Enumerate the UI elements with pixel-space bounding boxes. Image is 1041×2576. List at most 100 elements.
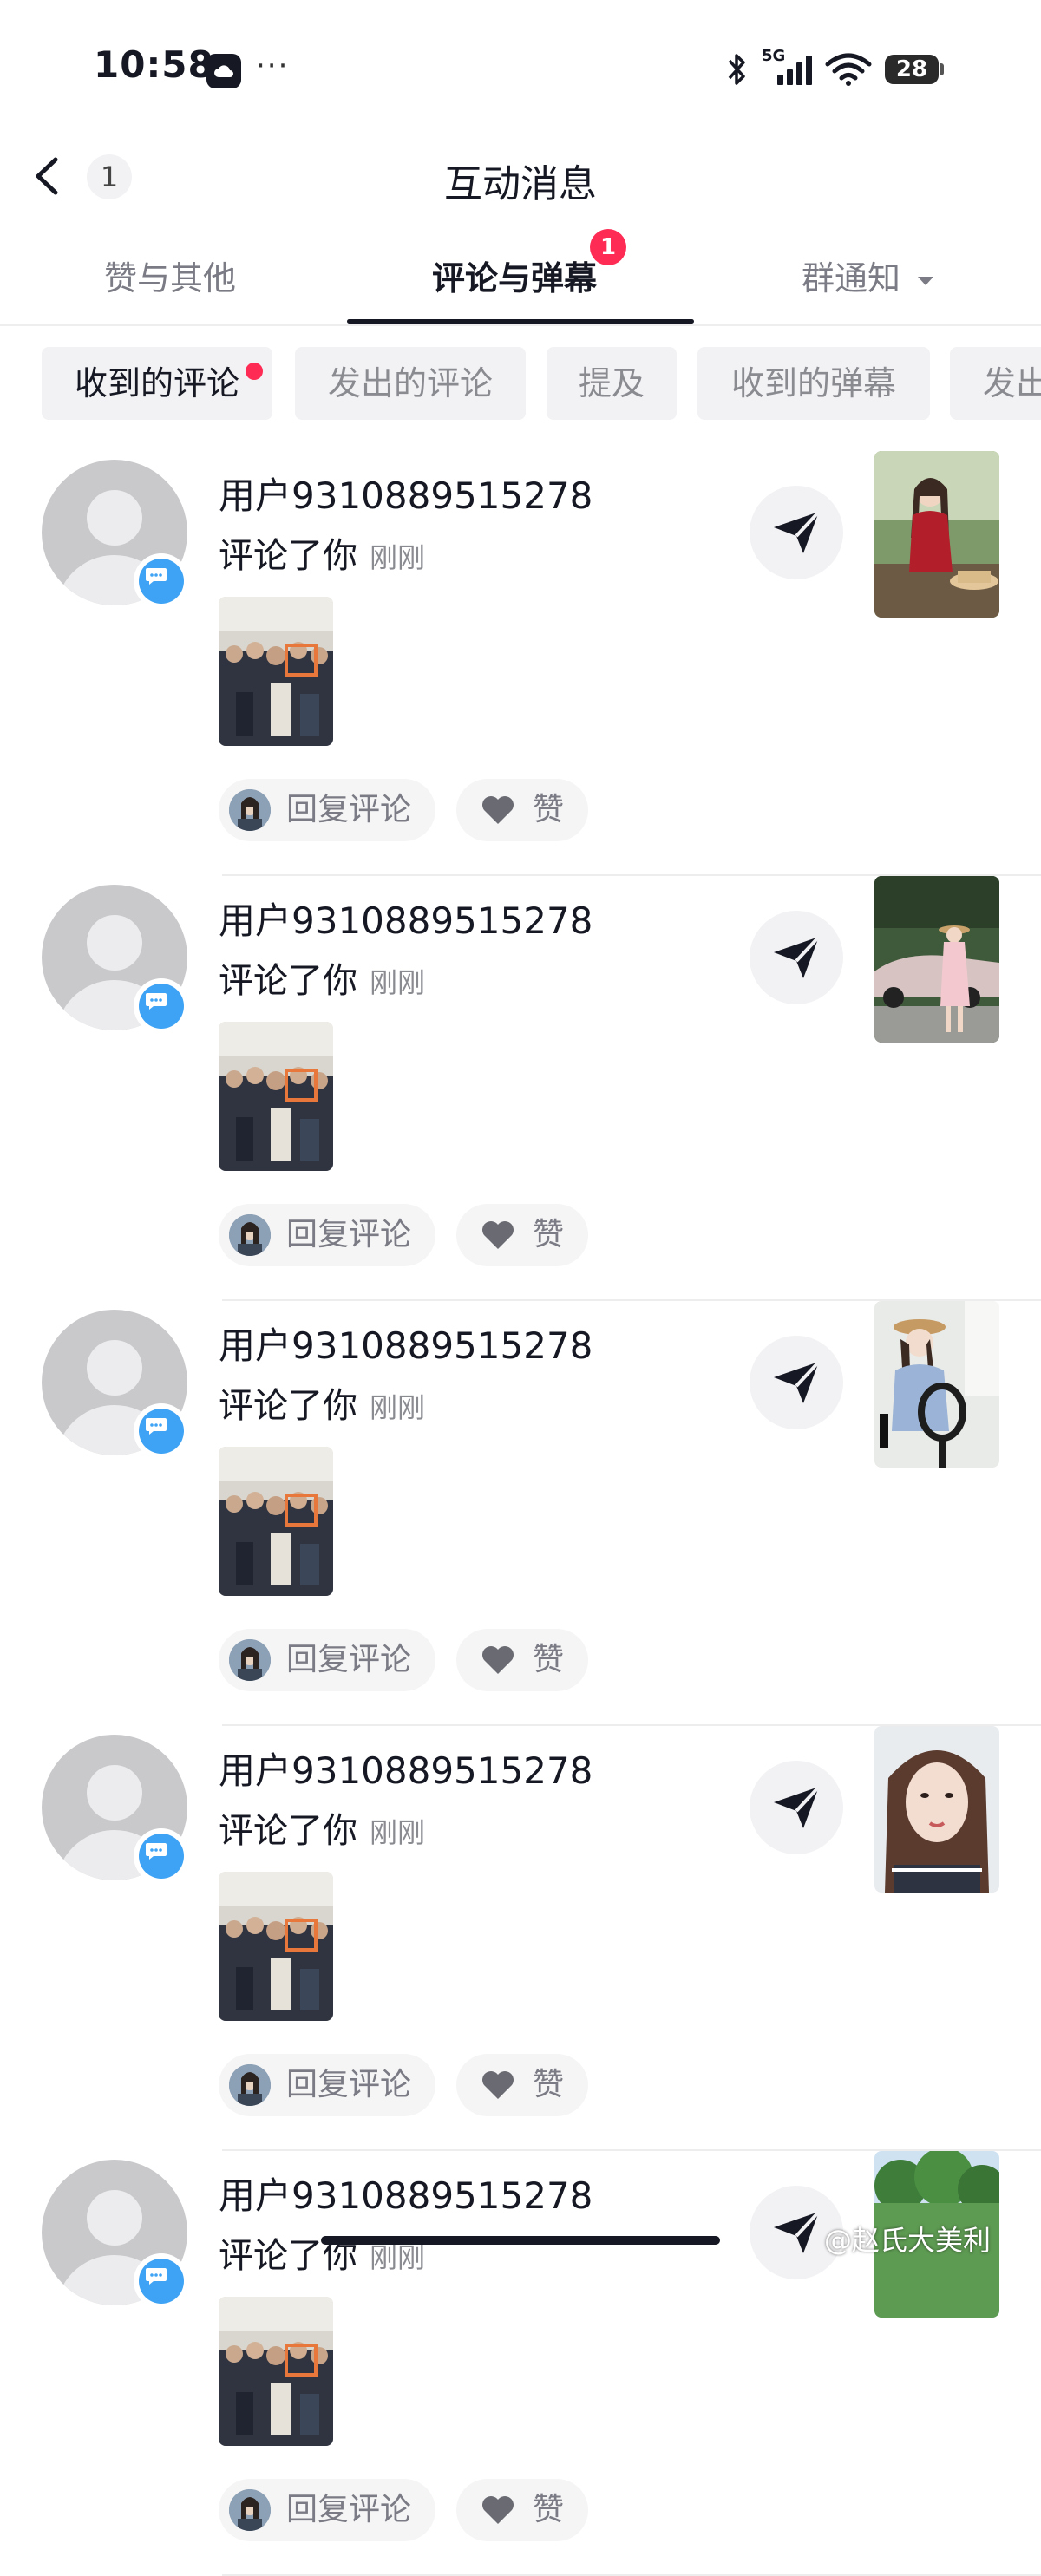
reply-comment-button[interactable]: 回复评论 <box>219 2479 435 2541</box>
post-thumbnail-woman-selfie-portrait[interactable] <box>874 1726 999 1893</box>
tab-comments-and-danmaku[interactable]: 评论与弹幕 <box>432 252 597 299</box>
like-label: 赞 <box>533 1217 565 1252</box>
send-plane-icon <box>774 1785 821 1828</box>
my-avatar <box>229 789 271 831</box>
like-label: 赞 <box>533 1642 565 1677</box>
more-notifications-icon: ··· <box>256 49 290 83</box>
comment-image-thumbnail[interactable] <box>219 1872 333 2021</box>
heart-icon <box>482 796 514 824</box>
action-line: 评论了你 刚刚 <box>219 527 425 578</box>
post-thumbnail-woman-hat-ringlight[interactable] <box>874 1301 999 1468</box>
username[interactable]: 用户9310889515278 <box>219 467 593 520</box>
watermark-text: @赵氏大美利 <box>824 2224 992 2257</box>
tab-unread-badge: 1 <box>590 229 626 265</box>
comment-notification-row-4[interactable]: 用户9310889515278 评论了你 刚刚 回复评论 赞 <box>0 1726 1041 2151</box>
comment-notification-row-3[interactable]: 用户9310889515278 评论了你 刚刚 回复评论 赞 <box>0 1301 1041 1726</box>
reply-comment-button[interactable]: 回复评论 <box>219 779 435 841</box>
heart-icon <box>482 2496 514 2524</box>
send-plane-icon <box>774 2210 821 2253</box>
network-label: 5G <box>762 47 786 65</box>
like-button[interactable]: 赞 <box>456 2054 588 2116</box>
reply-comment-button[interactable]: 回复评论 <box>219 1629 435 1691</box>
chip-mentions[interactable]: 提及 <box>547 347 677 420</box>
username[interactable]: 用户9310889515278 <box>219 892 593 945</box>
my-avatar <box>229 2489 271 2531</box>
like-label: 赞 <box>533 2067 565 2102</box>
username[interactable]: 用户9310889515278 <box>219 2167 593 2220</box>
action-text: 评论了你 <box>219 536 357 576</box>
reply-label: 回复评论 <box>286 1217 412 1252</box>
timestamp: 刚刚 <box>370 541 426 574</box>
comment-notification-row-5[interactable]: 用户9310889515278 评论了你 刚刚 回复评论 赞 <box>0 2151 1041 2576</box>
battery-icon: 28 <box>885 55 939 84</box>
timestamp: 刚刚 <box>370 966 426 999</box>
reply-comment-button[interactable]: 回复评论 <box>219 1204 435 1266</box>
page-title: 互动消息 <box>444 162 597 206</box>
comment-image-thumbnail[interactable] <box>219 1022 333 1171</box>
send-plane-icon <box>774 935 821 978</box>
comment-image-thumbnail[interactable] <box>219 2297 333 2446</box>
tab-group-notifications-label: 群通知 <box>802 259 901 297</box>
chip-sent-comments[interactable]: 发出的评论 <box>295 347 526 420</box>
reply-comment-button[interactable]: 回复评论 <box>219 2054 435 2116</box>
weather-app-icon <box>206 54 241 88</box>
timestamp: 刚刚 <box>370 1391 426 1424</box>
like-button[interactable]: 赞 <box>456 1629 588 1691</box>
send-button[interactable] <box>750 911 843 1004</box>
post-thumbnail-woman-car-street[interactable] <box>874 876 999 1043</box>
home-indicator[interactable] <box>321 2236 720 2245</box>
tab-divider <box>0 324 1041 326</box>
bluetooth-icon <box>724 50 750 92</box>
like-button[interactable]: 赞 <box>456 2479 588 2541</box>
action-text: 评论了你 <box>219 961 357 1001</box>
reply-label: 回复评论 <box>286 792 412 827</box>
action-line: 评论了你 刚刚 <box>219 1802 425 1853</box>
my-avatar <box>229 1639 271 1681</box>
comment-notification-row-1[interactable]: 用户9310889515278 评论了你 刚刚 回复评论 赞 <box>0 451 1041 876</box>
heart-icon <box>482 2071 514 2099</box>
tab-likes-and-others[interactable]: 赞与其他 <box>104 252 236 299</box>
send-button[interactable] <box>750 486 843 579</box>
like-button[interactable]: 赞 <box>456 1204 588 1266</box>
send-plane-icon <box>774 510 821 553</box>
comment-image-thumbnail[interactable] <box>219 1447 333 1596</box>
my-avatar <box>229 2064 271 2106</box>
action-line: 评论了你 刚刚 <box>219 1377 425 1428</box>
chip-received-danmaku[interactable]: 收到的弹幕 <box>697 347 930 420</box>
action-text: 评论了你 <box>219 1811 357 1851</box>
tab-group-notifications[interactable]: 群通知 <box>802 252 935 299</box>
send-button[interactable] <box>750 1761 843 1854</box>
comment-bubble-icon <box>134 553 189 609</box>
action-text: 评论了你 <box>219 1386 357 1426</box>
reply-label: 回复评论 <box>286 2067 412 2102</box>
username[interactable]: 用户9310889515278 <box>219 1317 593 1370</box>
comment-image-thumbnail[interactable] <box>219 597 333 746</box>
timestamp: 刚刚 <box>370 1816 426 1849</box>
wifi-icon <box>824 52 873 90</box>
my-avatar <box>229 1214 271 1256</box>
chip-sent-danmaku[interactable]: 发出 <box>950 347 1041 420</box>
action-line: 评论了你 刚刚 <box>219 2227 425 2278</box>
status-time: 10:58 <box>94 43 214 86</box>
timestamp: 刚刚 <box>370 2241 426 2274</box>
heart-icon <box>482 1646 514 1674</box>
username[interactable]: 用户9310889515278 <box>219 1742 593 1795</box>
comment-notification-row-2[interactable]: 用户9310889515278 评论了你 刚刚 回复评论 赞 <box>0 876 1041 1301</box>
chip-received-comments[interactable]: 收到的评论 <box>42 347 272 420</box>
battery-tip <box>940 63 944 75</box>
like-label: 赞 <box>533 792 565 827</box>
like-label: 赞 <box>533 2492 565 2527</box>
reply-label: 回复评论 <box>286 1642 412 1677</box>
reply-label: 回复评论 <box>286 2492 412 2527</box>
post-thumbnail-woman-red-top-cafe[interactable] <box>874 451 999 618</box>
signal-5g-icon: 5G <box>762 47 821 87</box>
send-plane-icon <box>774 1360 821 1403</box>
comment-bubble-icon <box>134 1828 189 1884</box>
like-button[interactable]: 赞 <box>456 779 588 841</box>
comment-bubble-icon <box>134 978 189 1034</box>
chip-unread-dot <box>246 363 263 380</box>
send-button[interactable] <box>750 1336 843 1429</box>
comment-bubble-icon <box>134 1403 189 1459</box>
active-tab-indicator <box>347 319 694 324</box>
action-line: 评论了你 刚刚 <box>219 952 425 1003</box>
